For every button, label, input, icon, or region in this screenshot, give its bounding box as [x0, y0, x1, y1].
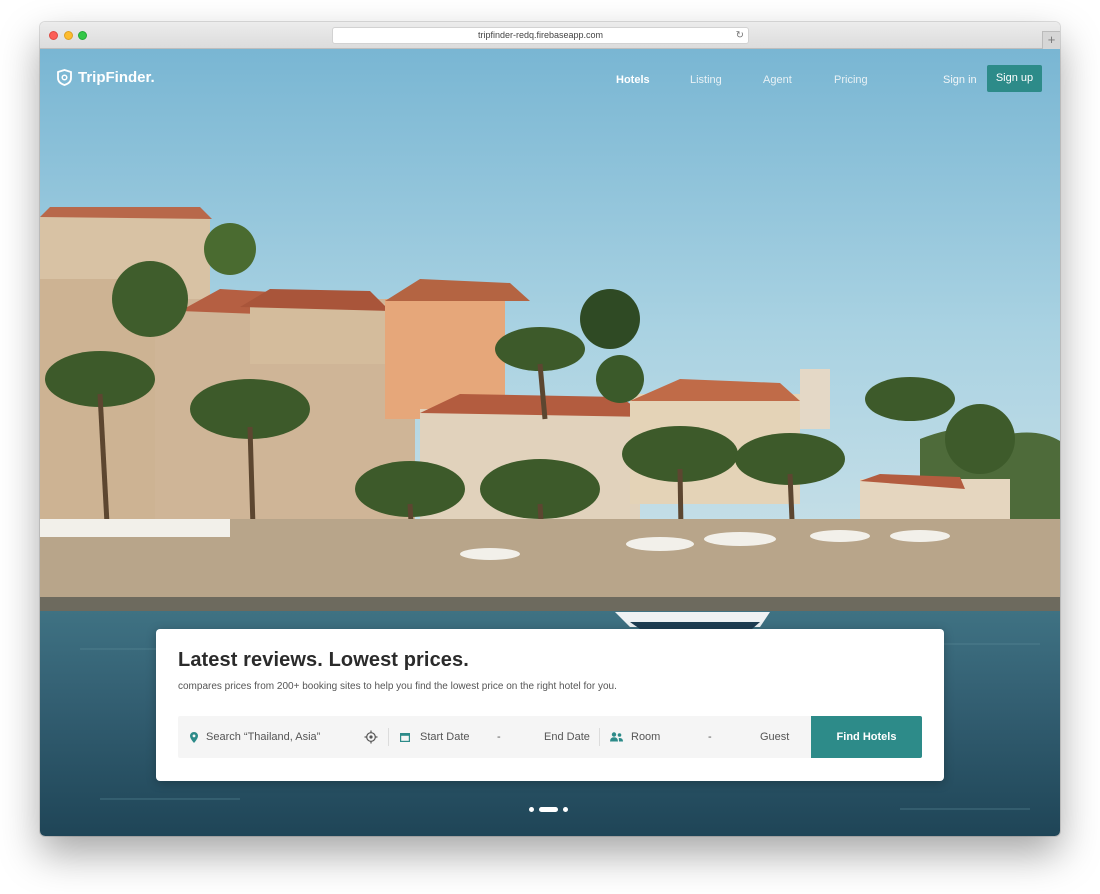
- sign-up-button[interactable]: Sign up: [987, 65, 1042, 92]
- logo[interactable]: TripFinder.: [56, 69, 155, 86]
- reload-icon[interactable]: ↻: [736, 28, 744, 43]
- browser-window: tripfinder-redq.firebaseapp.com ↻ + Trip…: [40, 22, 1060, 836]
- carousel-dot-2-active[interactable]: [539, 807, 558, 812]
- hero-section: TripFinder. Hotels Listing Agent Pricing…: [40, 49, 1060, 836]
- people-icon: [610, 732, 623, 742]
- minimize-window-button[interactable]: [64, 31, 73, 40]
- date-separator: -: [497, 731, 501, 743]
- find-hotels-button[interactable]: Find Hotels: [811, 716, 922, 758]
- field-divider: [388, 728, 389, 746]
- search-bar: Search “Thailand, Asia” Start Date - End…: [178, 716, 922, 758]
- room-guest-field[interactable]: Room - Guest: [610, 716, 790, 758]
- location-input[interactable]: Search “Thailand, Asia”: [206, 731, 320, 743]
- nav-link-pricing[interactable]: Pricing: [834, 74, 868, 86]
- url-text: tripfinder-redq.firebaseapp.com: [477, 30, 604, 40]
- guest-input[interactable]: Guest: [760, 731, 789, 743]
- crosshair-icon[interactable]: [364, 730, 378, 744]
- logo-text: TripFinder.: [78, 69, 155, 86]
- nav-link-agent[interactable]: Agent: [763, 74, 792, 86]
- maximize-window-button[interactable]: [78, 31, 87, 40]
- carousel-dot-3[interactable]: [563, 807, 568, 812]
- browser-titlebar: tripfinder-redq.firebaseapp.com ↻ +: [40, 22, 1060, 49]
- room-input[interactable]: Room: [631, 731, 660, 743]
- new-tab-button[interactable]: +: [1042, 31, 1060, 49]
- nav-link-hotels[interactable]: Hotels: [616, 74, 650, 86]
- sign-in-link[interactable]: Sign in: [943, 74, 977, 86]
- close-window-button[interactable]: [49, 31, 58, 40]
- carousel-dot-1[interactable]: [529, 807, 534, 812]
- start-date-input[interactable]: Start Date: [420, 731, 470, 743]
- calendar-icon: [400, 733, 410, 742]
- search-subtitle: compares prices from 200+ booking sites …: [178, 681, 617, 692]
- shield-logo-icon: [57, 69, 72, 86]
- guest-separator: -: [708, 731, 712, 743]
- map-pin-icon: [190, 731, 198, 743]
- search-card: Latest reviews. Lowest prices. compares …: [156, 629, 944, 781]
- nav-link-listing[interactable]: Listing: [690, 74, 722, 86]
- field-divider: [599, 728, 600, 746]
- location-field[interactable]: Search “Thailand, Asia”: [190, 716, 380, 758]
- date-range-field[interactable]: Start Date - End Date: [400, 716, 600, 758]
- top-navigation: TripFinder. Hotels Listing Agent Pricing…: [40, 49, 1060, 109]
- plus-icon: +: [1047, 32, 1056, 47]
- address-bar[interactable]: tripfinder-redq.firebaseapp.com ↻: [332, 27, 749, 44]
- end-date-input[interactable]: End Date: [544, 731, 590, 743]
- search-title: Latest reviews. Lowest prices.: [178, 649, 469, 671]
